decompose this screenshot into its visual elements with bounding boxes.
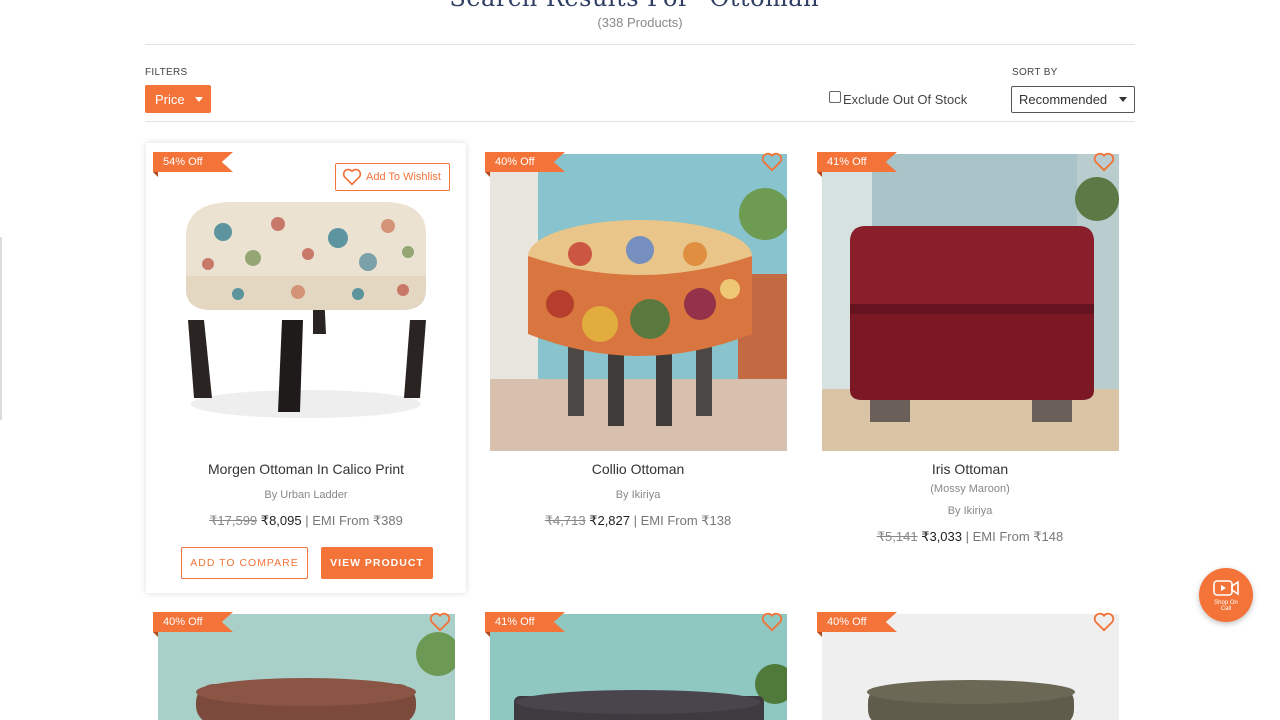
shop-on-call-button[interactable]: Shop On Call — [1199, 568, 1253, 622]
product-image[interactable] — [158, 154, 455, 451]
chevron-down-icon — [194, 96, 203, 102]
discount-badge: 40% Off — [485, 152, 565, 172]
badge-fold — [153, 172, 158, 177]
product-count: (338 Products) — [597, 15, 683, 30]
product-variant: (Mossy Maroon) — [930, 483, 1010, 495]
mrp-price: ₹5,141 — [876, 529, 918, 544]
heart-icon[interactable] — [761, 152, 783, 172]
mrp-price: ₹4,713 — [544, 513, 586, 528]
heart-icon[interactable] — [429, 612, 451, 632]
video-camera-icon — [1213, 580, 1239, 596]
view-product-button[interactable]: VIEW PRODUCT — [321, 547, 433, 579]
product-brand: By Urban Ladder — [264, 489, 348, 501]
filters-label: FILTERS — [145, 67, 188, 78]
badge-fold — [817, 172, 822, 177]
chevron-down-icon — [1119, 97, 1127, 102]
side-drawer-handle[interactable] — [0, 237, 2, 420]
product-card[interactable]: 41% Off Iris Ottoman (Mossy Maroon) By I… — [810, 143, 1130, 593]
badge-fold — [153, 632, 158, 637]
exclude-out-of-stock-label: Exclude Out Of Stock — [843, 92, 968, 107]
add-to-wishlist-button[interactable]: Add To Wishlist — [335, 163, 450, 191]
exclude-out-of-stock[interactable]: Exclude Out Of Stock — [829, 90, 968, 107]
mrp-price: ₹17,599 — [209, 513, 258, 528]
product-price: ₹17,599 ₹8,095 | EMI From ₹389 — [146, 513, 466, 529]
heart-icon[interactable] — [761, 612, 783, 632]
shop-on-call-label: Shop On Call — [1214, 600, 1238, 612]
emi-text: | EMI From ₹389 — [305, 513, 403, 528]
badge-fold — [817, 632, 822, 637]
sale-price: ₹8,095 — [260, 513, 302, 528]
sort-label: SORT BY — [1012, 67, 1058, 78]
divider — [145, 44, 1135, 45]
badge-fold — [485, 632, 490, 637]
sale-price: ₹2,827 — [589, 513, 630, 528]
product-card[interactable]: 54% Off Add To Wishlist Morgen Ottoman I… — [146, 143, 466, 593]
discount-badge: 40% Off — [817, 612, 897, 632]
product-price: ₹4,713 ₹2,827 | EMI From ₹138 — [478, 513, 798, 529]
product-brand: By Ikiriya — [947, 505, 993, 517]
emi-text: | EMI From ₹148 — [965, 529, 1064, 544]
product-image[interactable] — [822, 154, 1119, 451]
add-to-compare-button[interactable]: ADD TO COMPARE — [181, 547, 308, 579]
page-title: Search Results For "Ottoman" — [0, 0, 1280, 12]
add-to-wishlist-label: Add To Wishlist — [366, 171, 441, 183]
discount-badge: 54% Off — [153, 152, 233, 172]
product-brand: By Ikiriya — [615, 489, 661, 501]
product-card[interactable]: 40% Off — [810, 603, 1130, 720]
heart-icon[interactable] — [1093, 612, 1115, 632]
product-price: ₹5,141 ₹3,033 | EMI From ₹148 — [810, 529, 1130, 545]
sale-price: ₹3,033 — [921, 529, 962, 544]
divider — [145, 121, 1135, 122]
exclude-out-of-stock-checkbox[interactable] — [829, 90, 841, 103]
emi-text: | EMI From ₹138 — [633, 513, 732, 528]
heart-icon[interactable] — [1093, 152, 1115, 172]
price-filter-label: Price — [155, 91, 185, 107]
product-card[interactable]: 41% Off — [478, 603, 798, 720]
badge-fold — [485, 172, 490, 177]
sort-selected-value: Recommended — [1019, 92, 1108, 107]
discount-badge: 41% Off — [485, 612, 565, 632]
sort-select[interactable]: Recommended — [1011, 86, 1135, 113]
product-image[interactable] — [490, 154, 787, 451]
price-filter-button[interactable]: Price — [145, 85, 211, 113]
discount-badge: 41% Off — [817, 152, 897, 172]
product-name[interactable]: Morgen Ottoman In Calico Print — [146, 461, 466, 477]
heart-icon — [342, 168, 362, 186]
product-name[interactable]: Iris Ottoman — [810, 461, 1130, 477]
product-card[interactable]: 40% Off Collio Ottoman By Ikiriya ₹4,713… — [478, 143, 798, 593]
product-name[interactable]: Collio Ottoman — [478, 461, 798, 477]
product-card[interactable]: 40% Off — [146, 603, 466, 720]
discount-badge: 40% Off — [153, 612, 233, 632]
